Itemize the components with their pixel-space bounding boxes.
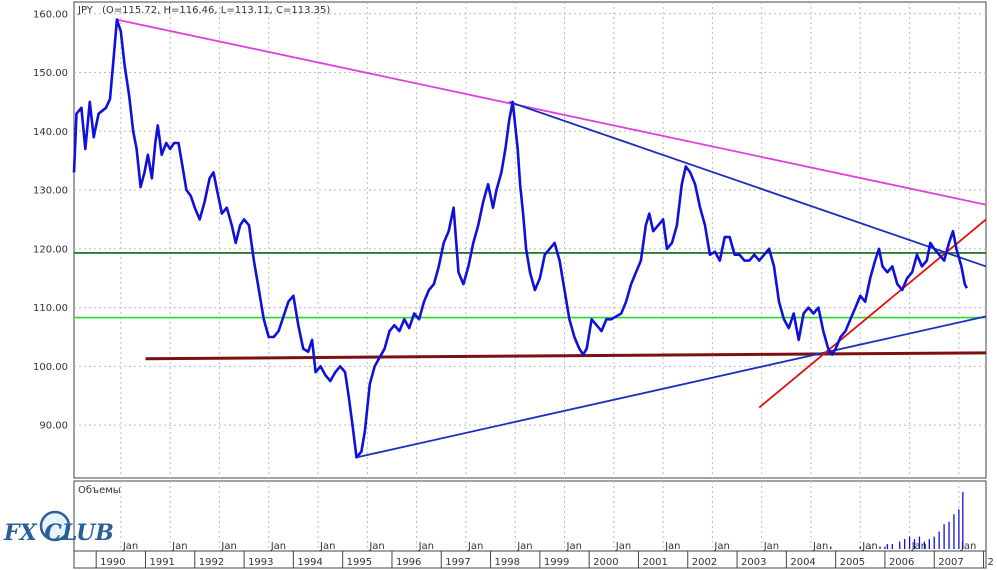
y-tick-label: 120.00 <box>33 244 68 255</box>
x-year-label: 1995 <box>347 557 372 568</box>
ohlc-label: (O=115.72, H=116.46, L=113.11, C=113.35) <box>102 5 330 16</box>
x-year-label: 2 <box>988 557 994 568</box>
x-year-label: 2004 <box>790 557 815 568</box>
x-year-label: 2002 <box>692 557 717 568</box>
x-year-label: 1991 <box>149 557 174 568</box>
x-year-label: 1997 <box>445 557 470 568</box>
x-month-label: Jan <box>220 541 236 552</box>
x-month-label: Jan <box>615 541 631 552</box>
x-month-label: Jan <box>368 541 384 552</box>
x-month-label: Jan <box>319 541 335 552</box>
x-year-label: 1992 <box>199 557 224 568</box>
x-month-label: Jan <box>418 541 434 552</box>
y-tick-label: 100.00 <box>33 362 68 373</box>
y-tick-label: 130.00 <box>33 186 68 197</box>
x-year-label: 2001 <box>642 557 667 568</box>
price-chart: 90.00 100.00 110.00 120.00 130.00 140.00 150.0… <box>3 1 994 569</box>
x-month-label: Jan <box>763 541 779 552</box>
x-month-label: Jan <box>812 541 828 552</box>
x-year-label: 1996 <box>396 557 421 568</box>
y-tick-label: 110.00 <box>33 303 68 314</box>
x-year-label: 1994 <box>297 557 322 568</box>
x-month-label: Jan <box>171 541 187 552</box>
x-year-label: 2003 <box>741 557 766 568</box>
x-month-label: Jan <box>566 541 582 552</box>
x-year-label: 2007 <box>938 557 963 568</box>
x-month-label: Jan <box>467 541 483 552</box>
x-year-label: 1993 <box>248 557 273 568</box>
y-axis: 90.00 100.00 110.00 120.00 130.00 140.00 150.0… <box>33 9 68 431</box>
x-month-label: Jan <box>270 541 286 552</box>
price-panel-frame <box>73 1 987 479</box>
y-tick-label: 150.00 <box>33 68 68 79</box>
y-tick-label: 140.00 <box>33 127 68 138</box>
x-month-label: Jan <box>516 541 532 552</box>
logo-text: FX CLUB <box>3 520 114 546</box>
x-year-label: 1998 <box>495 557 520 568</box>
x-month-label: Jan <box>664 541 680 552</box>
x-year-label: 1999 <box>544 557 569 568</box>
symbol-label: JPY <box>77 5 94 16</box>
y-tick-label: 160.00 <box>33 9 68 20</box>
x-year-label: 2005 <box>840 557 865 568</box>
x-year-label: 2000 <box>593 557 618 568</box>
x-year-label: 2006 <box>889 557 914 568</box>
y-tick-label: 90.00 <box>39 421 68 432</box>
x-month-label: Jan <box>122 541 138 552</box>
volume-label: Объемы <box>78 485 121 496</box>
x-year-label: 1990 <box>100 557 125 568</box>
x-month-label: Jan <box>713 541 729 552</box>
x-month-label: Jan <box>861 541 877 552</box>
